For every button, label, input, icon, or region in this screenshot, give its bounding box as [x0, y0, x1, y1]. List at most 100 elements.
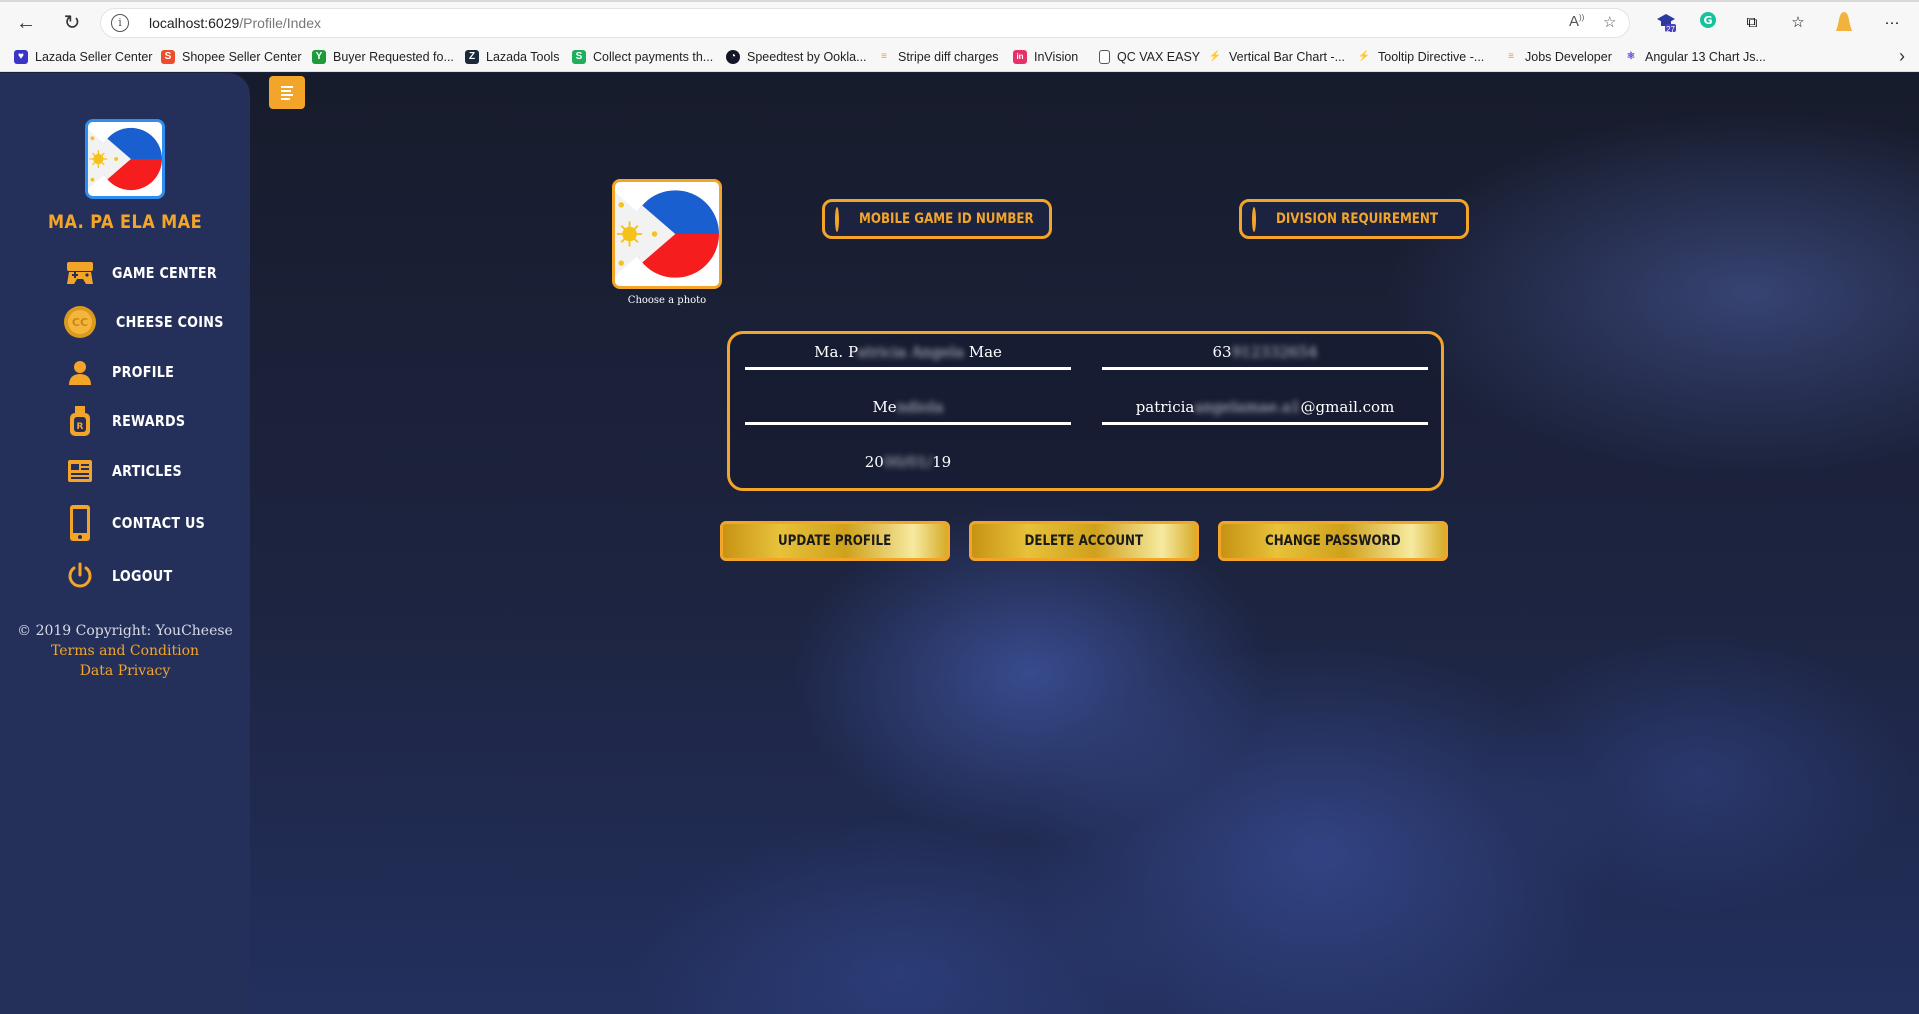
chevron-right-icon[interactable]: ›	[1899, 46, 1905, 67]
bookmark-favicon-icon: Z	[465, 50, 479, 64]
email-field[interactable]: patriciaangelamae.a1@gmail.com	[1102, 389, 1428, 425]
coin-icon: CC	[62, 304, 98, 340]
bookmark-item[interactable]: QC VAX EASY	[1099, 48, 1200, 66]
change-password-button[interactable]: CHANGE PASSWORD	[1218, 521, 1448, 561]
svg-text:R: R	[77, 422, 84, 432]
bookmark-favicon-icon: S	[161, 50, 175, 64]
bookmark-item[interactable]: ≡ Jobs Developer	[1504, 48, 1612, 66]
privacy-link[interactable]: Data Privacy	[0, 661, 250, 681]
read-aloud-icon[interactable]: A))	[1569, 13, 1584, 30]
menu-item-cheese-coins[interactable]: CC CHEESE COINS	[62, 302, 243, 342]
favorites-icon[interactable]: ☆	[1786, 11, 1810, 35]
browser-toolbar: ← ↻ i localhost:6029/Profile/Index A)) ☆…	[0, 0, 1919, 42]
menu-item-game-center[interactable]: GAME CENTER	[62, 253, 235, 293]
menu-bar	[281, 86, 293, 88]
extension-hat-icon[interactable]: 27	[1654, 11, 1678, 35]
menu-bar	[281, 94, 293, 96]
url-text[interactable]: localhost:6029/Profile/Index	[149, 15, 321, 31]
mobile-game-id-button[interactable]: MOBILE GAME ID NUMBER	[822, 199, 1052, 239]
bookmark-item[interactable]: ≡ Stripe diff charges	[877, 48, 999, 66]
reload-icon[interactable]: ↻	[58, 10, 86, 36]
bookmark-favicon-icon: S	[572, 50, 586, 64]
full-name-field[interactable]: Ma. Patricia Angela Mae	[745, 334, 1071, 370]
menu-item-articles[interactable]: ARTICLES	[62, 451, 194, 491]
bookmark-favicon-icon: Y	[312, 50, 326, 64]
favorite-star-icon[interactable]: ☆	[1603, 13, 1616, 31]
site-info-icon[interactable]: i	[111, 14, 129, 32]
menu-bar	[281, 90, 291, 92]
menu-label: LOGOUT	[112, 567, 173, 585]
philippine-flag-icon	[88, 122, 162, 196]
button-label: DIVISION REQUIREMENT	[1276, 211, 1439, 227]
terms-link[interactable]: Terms and Condition	[0, 641, 250, 661]
bookmark-favicon-icon: ⚡	[1208, 50, 1222, 64]
bookmark-item[interactable]: ⚛ Angular 13 Chart Js...	[1624, 48, 1766, 66]
user-name: MA. PA ELA MAE	[47, 211, 203, 233]
bookmark-item[interactable]: Y Buyer Requested fo...	[312, 48, 454, 66]
copyright-text: © 2019 Copyright: YouCheese	[17, 623, 233, 639]
bookmark-item[interactable]: ⚡ Tooltip Directive -...	[1357, 48, 1484, 66]
menu-item-profile[interactable]: PROFILE	[62, 352, 185, 392]
bookmark-favicon-icon: ≡	[877, 50, 891, 64]
bookmark-favicon-icon: ⚛	[1624, 50, 1638, 64]
menu-label: CONTACT US	[112, 514, 206, 532]
address-bar[interactable]: i localhost:6029/Profile/Index A)) ☆	[100, 8, 1630, 38]
sidebar-toggle-button[interactable]	[269, 76, 305, 109]
menu-bar	[281, 98, 290, 100]
gamepad-icon	[62, 255, 98, 291]
bookmark-favicon-icon: in	[1013, 50, 1027, 64]
menu-label: ARTICLES	[112, 462, 182, 480]
newspaper-icon	[62, 453, 98, 489]
bookmark-item[interactable]: S Collect payments th...	[572, 48, 713, 66]
profile-icon	[62, 354, 98, 390]
button-label: CHANGE PASSWORD	[1265, 533, 1401, 549]
extensions-puzzle-icon[interactable]: ⧉	[1740, 11, 1764, 35]
button-label: UPDATE PROFILE	[778, 533, 892, 549]
bookmark-item[interactable]: Z Lazada Tools	[465, 48, 559, 66]
phone-field[interactable]: 63912332654	[1102, 334, 1428, 370]
choose-photo-link[interactable]: Choose a photo	[612, 295, 722, 306]
grammarly-icon[interactable]: G	[1696, 11, 1720, 35]
menu-label: GAME CENTER	[112, 264, 217, 282]
bookmark-favicon-icon: ♥	[14, 50, 28, 64]
bookmark-favicon-icon: ≡	[1504, 50, 1518, 64]
profile-info-card: Ma. Patricia Angela Mae 63912332654 Mend…	[727, 331, 1444, 491]
delete-account-button[interactable]: DELETE ACCOUNT	[969, 521, 1199, 561]
bookmark-item[interactable]: ♥ Lazada Seller Center	[14, 48, 152, 66]
more-menu-icon[interactable]: ···	[1880, 11, 1904, 35]
menu-label: REWARDS	[112, 412, 186, 430]
bookmark-item[interactable]: ◔ Speedtest by Ookla...	[726, 48, 867, 66]
button-label: MOBILE GAME ID NUMBER	[859, 211, 1034, 227]
sidebar: MA. PA ELA MAE GAME CENTER CC CHEESE COI…	[0, 73, 250, 1014]
philippine-flag-icon	[615, 182, 719, 286]
page-content: MA. PA ELA MAE GAME CENTER CC CHEESE COI…	[0, 73, 1919, 1014]
svg-text:G: G	[1703, 14, 1712, 27]
division-requirement-button[interactable]: DIVISION REQUIREMENT	[1239, 199, 1469, 239]
menu-item-rewards[interactable]: R REWARDS	[62, 401, 198, 441]
bookmarks-bar: ♥ Lazada Seller Center S Shopee Seller Cen…	[0, 42, 1919, 72]
bookmark-item[interactable]: ⚡ Vertical Bar Chart -...	[1208, 48, 1345, 66]
extension-badge: 27	[1666, 25, 1675, 34]
birthdate-field[interactable]: 2000/01/19	[745, 444, 1071, 480]
avatar[interactable]	[85, 119, 165, 199]
menu-item-contact-us[interactable]: CONTACT US	[62, 503, 221, 543]
update-profile-button[interactable]: UPDATE PROFILE	[720, 521, 950, 561]
footer: © 2019 Copyright: YouCheese Terms and Co…	[0, 621, 250, 681]
bookmark-favicon-icon: ◔	[726, 50, 740, 64]
plus-circle-icon	[835, 206, 854, 232]
profile-photo[interactable]	[612, 179, 722, 289]
button-label: DELETE ACCOUNT	[1024, 533, 1144, 549]
bookmark-item[interactable]: in InVision	[1013, 48, 1078, 66]
city-field[interactable]: Mendiola	[745, 389, 1071, 425]
bookmark-favicon-icon	[1099, 50, 1110, 64]
bookmark-item[interactable]: S Shopee Seller Center	[161, 48, 302, 66]
medal-icon: R	[62, 403, 98, 439]
back-arrow-icon[interactable]: ←	[12, 10, 40, 36]
menu-label: CHEESE COINS	[116, 313, 224, 331]
plus-circle-icon	[1252, 206, 1271, 232]
menu-item-logout[interactable]: LOGOUT	[62, 556, 183, 596]
profile-avatar-icon[interactable]	[1832, 11, 1856, 35]
phone-icon	[62, 505, 98, 541]
menu-label: PROFILE	[112, 363, 175, 381]
svg-text:CC: CC	[72, 316, 88, 329]
